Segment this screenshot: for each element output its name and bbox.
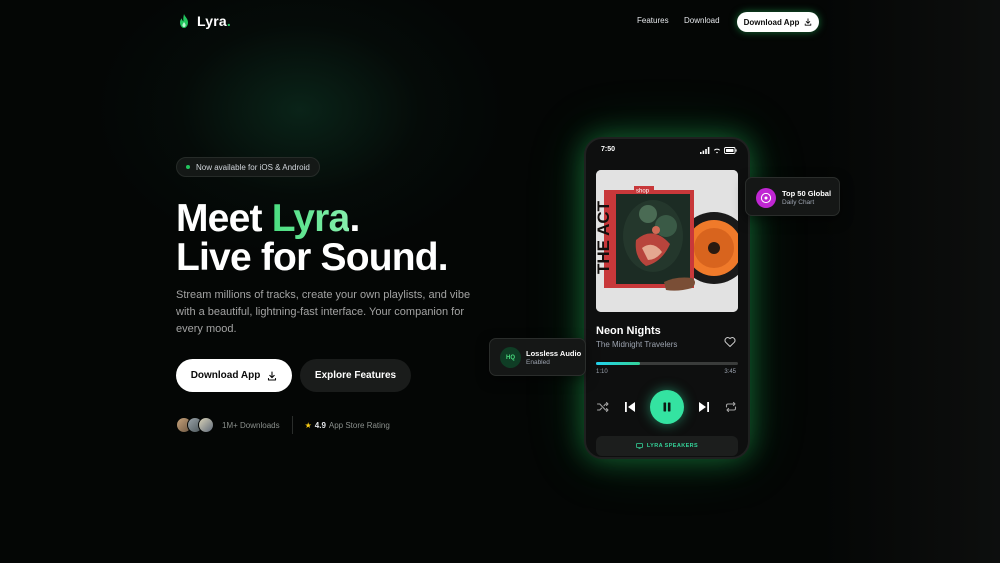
- top-nav: Lyra. Features Download Download App: [0, 0, 1000, 44]
- background-edge-shade: [820, 0, 1000, 563]
- output-device-button[interactable]: LYRA SPEAKERS: [596, 436, 738, 456]
- next-icon[interactable]: [697, 400, 711, 414]
- nav-link-features[interactable]: Features: [637, 16, 669, 25]
- hq-badge: HQ: [500, 347, 521, 368]
- download-app-button[interactable]: Download App: [176, 359, 292, 392]
- brand-name: Lyra: [197, 13, 227, 29]
- album-art-image: THE ACT shop: [596, 170, 738, 312]
- avatar-group: [176, 417, 214, 433]
- download-icon: [268, 370, 277, 381]
- playback-controls: [596, 390, 738, 424]
- availability-badge: Now available for iOS & Android: [176, 157, 320, 177]
- lossless-card-subtitle: Enabled: [526, 359, 550, 366]
- output-device-label: LYRA SPEAKERS: [646, 443, 699, 449]
- total-time: 3:45: [724, 369, 736, 375]
- chart-card-title: Top 50 Global: [782, 189, 832, 198]
- availability-text: Now available for iOS & Android: [196, 162, 310, 172]
- rating-label: App Store Rating: [328, 420, 390, 430]
- current-time: 1:10: [596, 369, 608, 375]
- track-artist: The Midnight Travelers: [596, 340, 678, 349]
- social-proof: 1M+ Downloads ★ 4.9 App Store Rating: [176, 416, 390, 434]
- nav-link-download[interactable]: Download: [684, 16, 720, 25]
- downloads-count: 1M+ Downloads: [222, 420, 280, 430]
- pause-icon: [663, 402, 671, 412]
- progress-fill: [596, 362, 641, 365]
- album-title-text: THE ACT: [596, 200, 613, 274]
- brand-dot: .: [226, 13, 231, 29]
- chart-card-subtitle: Daily Chart: [782, 199, 815, 206]
- explore-features-button[interactable]: Explore Features: [300, 359, 411, 392]
- signal-icon: [700, 147, 710, 154]
- speaker-icon: [635, 443, 643, 449]
- album-sticker-text: shop: [636, 189, 650, 195]
- wifi-icon: [713, 148, 721, 154]
- top-chart-card[interactable]: Top 50 Global Daily Chart: [745, 177, 840, 216]
- nav-download-button[interactable]: Download App: [737, 12, 819, 32]
- status-dot: [186, 165, 190, 169]
- album-artwork: THE ACT shop: [596, 170, 738, 312]
- disc-icon: [756, 188, 776, 208]
- heart-icon[interactable]: [724, 336, 736, 348]
- logo[interactable]: Lyra.: [178, 13, 231, 29]
- heading-accent: Lyra: [271, 197, 351, 240]
- explore-features-label: Explore Features: [314, 370, 397, 381]
- heading-suffix: .: [349, 197, 360, 240]
- track-title: Neon Nights: [596, 325, 661, 337]
- battery-icon: [724, 147, 737, 154]
- repeat-icon[interactable]: [724, 400, 738, 414]
- download-icon: [805, 18, 812, 26]
- rating-value: 4.9: [314, 420, 326, 430]
- phone-mockup: 7:50 THE ACT shop Neon Nights The Midnig…: [584, 137, 750, 459]
- download-app-label: Download App: [190, 370, 261, 381]
- hero-subtitle: Stream millions of tracks, create your o…: [176, 289, 471, 335]
- hero-heading: Meet Lyra. Live for Sound.: [176, 199, 449, 279]
- lossless-card-title: Lossless Audio: [526, 349, 582, 358]
- previous-icon[interactable]: [623, 400, 637, 414]
- progress-bar[interactable]: [596, 362, 738, 365]
- flame-icon: [180, 14, 188, 28]
- star-icon: ★: [304, 420, 312, 430]
- status-time: 7:50: [601, 146, 616, 153]
- heading-line-2: Live for Sound.: [176, 236, 449, 279]
- nav-download-label: Download App: [743, 17, 800, 27]
- pause-button[interactable]: [650, 390, 684, 424]
- lossless-audio-card[interactable]: HQ Lossless Audio Enabled: [489, 338, 586, 376]
- heading-prefix: Meet: [176, 197, 272, 240]
- stats-divider: [291, 416, 293, 434]
- avatar: [198, 417, 214, 433]
- status-icons: [700, 147, 737, 154]
- heading-line-1: Meet Lyra.: [176, 199, 448, 238]
- shuffle-icon[interactable]: [596, 400, 610, 414]
